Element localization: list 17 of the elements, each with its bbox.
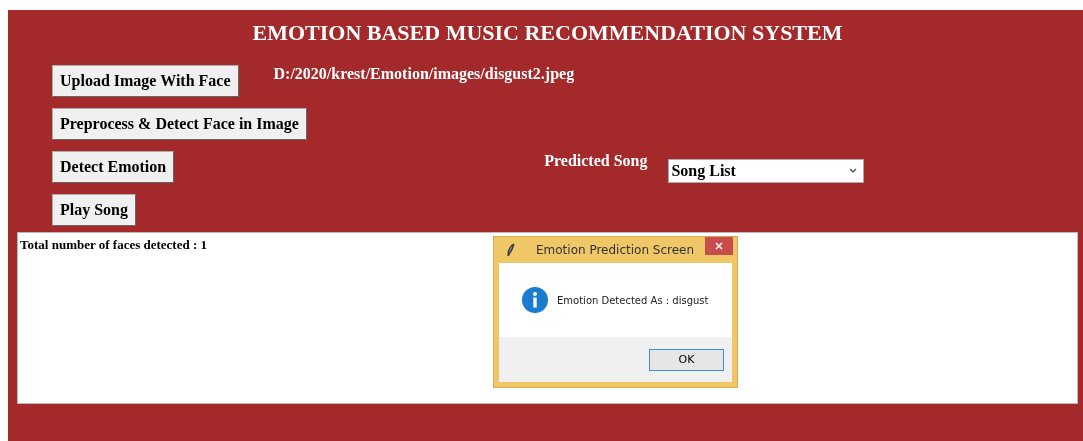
predicted-song-label: Predicted Song (544, 152, 648, 170)
action-button[interactable]: Play Song (52, 194, 136, 226)
image-path: D:/2020/krest/Emotion/images/disgust2.jpeg (273, 65, 575, 83)
info-icon (521, 286, 549, 314)
dialog-title: Emotion Prediction Screen (536, 243, 695, 257)
action-button[interactable]: Upload Image With Face (52, 65, 239, 97)
action-button[interactable]: Detect Emotion (52, 151, 175, 183)
close-icon (715, 242, 723, 250)
output-text: Total number of faces detected : 1 (20, 237, 208, 252)
close-button[interactable] (705, 237, 733, 255)
song-dropdown[interactable]: Song List (668, 159, 865, 183)
ok-button[interactable]: OK (649, 348, 724, 371)
caret-icon (849, 168, 858, 174)
dialog-message: Emotion Detected As : disgust (557, 294, 709, 306)
feather-icon (507, 243, 515, 257)
action-button[interactable]: Preprocess & Detect Face in Image (52, 108, 307, 140)
app-title: EMOTION BASED MUSIC RECOMMENDATION SYSTEM (251, 20, 844, 46)
